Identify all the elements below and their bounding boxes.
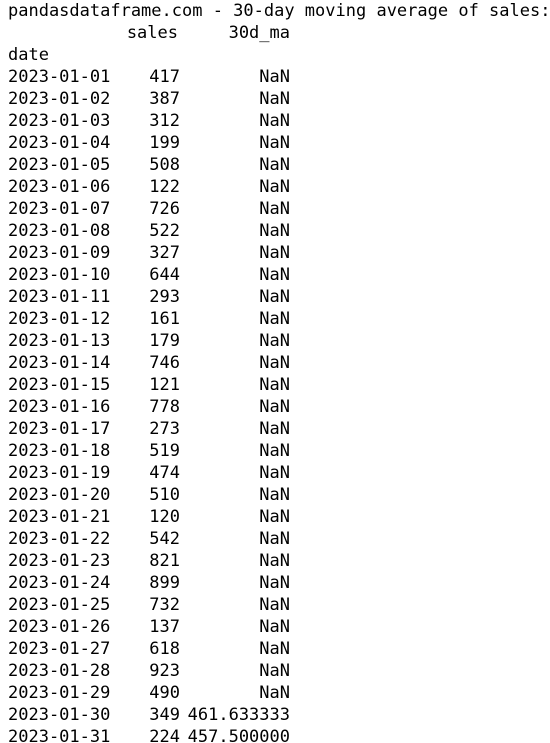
- table-row: 2023-01-21 120 NaN: [0, 506, 550, 528]
- table-row: 2023-01-29 490 NaN: [0, 682, 550, 704]
- index-name-label: date: [8, 45, 49, 65]
- cell-30d-ma: NaN: [259, 507, 290, 527]
- cell-30d-ma: NaN: [259, 595, 290, 615]
- cell-30d-ma: NaN: [259, 199, 290, 219]
- cell-30d-ma: NaN: [259, 177, 290, 197]
- table-row: 2023-01-20 510 NaN: [0, 484, 550, 506]
- cell-30d-ma: NaN: [259, 331, 290, 351]
- cell-30d-ma: NaN: [259, 67, 290, 87]
- output-title: pandasdataframe.com - 30-day moving aver…: [8, 1, 550, 21]
- table-row: 2023-01-14 746 NaN: [0, 352, 550, 374]
- cell-30d-ma: NaN: [259, 551, 290, 571]
- cell-30d-ma: NaN: [259, 353, 290, 373]
- cell-30d-ma: NaN: [259, 265, 290, 285]
- index-name-row: date: [0, 44, 550, 66]
- cell-30d-ma: NaN: [259, 617, 290, 637]
- cell-30d-ma: NaN: [259, 133, 290, 153]
- table-row: 2023-01-12 161 NaN: [0, 308, 550, 330]
- table-row: 2023-01-02 387 NaN: [0, 88, 550, 110]
- table-row: 2023-01-24 899 NaN: [0, 572, 550, 594]
- table-row: 2023-01-10 644 NaN: [0, 264, 550, 286]
- table-row: 2023-01-06 122 NaN: [0, 176, 550, 198]
- table-row: 2023-01-28 923 NaN: [0, 660, 550, 682]
- table-row: 2023-01-07 726 NaN: [0, 198, 550, 220]
- table-row: 2023-01-22 542 NaN: [0, 528, 550, 550]
- cell-30d-ma: NaN: [259, 485, 290, 505]
- cell-30d-ma: NaN: [259, 639, 290, 659]
- table-row: 2023-01-19 474 NaN: [0, 462, 550, 484]
- cell-30d-ma: NaN: [259, 397, 290, 417]
- table-row: 2023-01-09 327 NaN: [0, 242, 550, 264]
- cell-30d-ma: NaN: [259, 441, 290, 461]
- cell-30d-ma: NaN: [259, 89, 290, 109]
- table-row: 2023-01-26 137 NaN: [0, 616, 550, 638]
- cell-30d-ma: NaN: [259, 221, 290, 241]
- cell-30d-ma: 457.500000: [187, 727, 290, 743]
- table-header-row: sales 30d_ma: [0, 22, 550, 44]
- table-row: 2023-01-30 349 461.633333: [0, 704, 550, 726]
- table-row: 2023-01-23 821 NaN: [0, 550, 550, 572]
- cell-30d-ma: NaN: [259, 155, 290, 175]
- table-row: 2023-01-04 199 NaN: [0, 132, 550, 154]
- table-row: 2023-01-18 519 NaN: [0, 440, 550, 462]
- cell-30d-ma: NaN: [259, 463, 290, 483]
- cell-30d-ma: NaN: [259, 529, 290, 549]
- cell-30d-ma: 461.633333: [187, 705, 290, 725]
- column-header-30d-ma: 30d_ma: [228, 23, 290, 43]
- cell-30d-ma: NaN: [259, 419, 290, 439]
- table-row: 2023-01-16 778 NaN: [0, 396, 550, 418]
- cell-30d-ma: NaN: [259, 683, 290, 703]
- cell-30d-ma: NaN: [259, 243, 290, 263]
- console-output: pandasdataframe.com - 30-day moving aver…: [0, 0, 550, 743]
- table-row: 2023-01-13 179 NaN: [0, 330, 550, 352]
- cell-30d-ma: NaN: [259, 573, 290, 593]
- table-row: 2023-01-08 522 NaN: [0, 220, 550, 242]
- cell-30d-ma: NaN: [259, 309, 290, 329]
- table-row: 2023-01-03 312 NaN: [0, 110, 550, 132]
- cell-30d-ma: NaN: [259, 661, 290, 681]
- table-body: 2023-01-01 417 NaN 2023-01-02 387 NaN 2023-01-…: [0, 66, 550, 743]
- table-row: 2023-01-15 121 NaN: [0, 374, 550, 396]
- cell-30d-ma: NaN: [259, 111, 290, 131]
- cell-30d-ma: NaN: [259, 375, 290, 395]
- table-row: 2023-01-17 273 NaN: [0, 418, 550, 440]
- table-row: 2023-01-25 732 NaN: [0, 594, 550, 616]
- table-row: 2023-01-01 417 NaN: [0, 66, 550, 88]
- table-row: 2023-01-05 508 NaN: [0, 154, 550, 176]
- table-row: 2023-01-27 618 NaN: [0, 638, 550, 660]
- cell-30d-ma: NaN: [259, 287, 290, 307]
- table-row: 2023-01-11 293 NaN: [0, 286, 550, 308]
- table-row: 2023-01-31 224 457.500000: [0, 726, 550, 743]
